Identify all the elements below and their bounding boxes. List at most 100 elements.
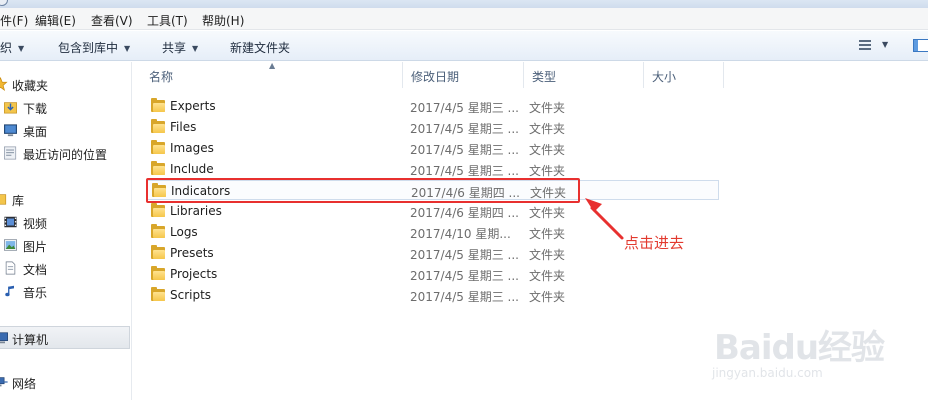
nav-recent-places[interactable]: 最近访问的位置 [0,143,130,163]
nav-network-label: 网络 [12,377,37,391]
library-icon [0,194,7,205]
nav-music[interactable]: 音乐 [0,281,130,301]
download-folder-icon [4,102,17,114]
explorer-window: 件(F) 编辑(E) 查看(V) 工具(T) 帮助(H) 织 ▼ 包含到库中 ▼ 共… [0,0,928,400]
file-name: Files [170,120,197,134]
folder-icon [151,245,165,259]
nav-favorites-label: 收藏夹 [12,79,49,93]
dropdown-arrow-icon: ▼ [192,44,199,53]
file-name: Logs [170,225,198,239]
nav-downloads[interactable]: 下载 [0,97,130,117]
nav-libraries-label: 库 [12,194,25,208]
nav-documents-label: 文档 [23,263,48,277]
new-folder-button[interactable]: 新建文件夹 [230,39,290,56]
pointer-arrow-icon [585,198,624,240]
file-date: 2017/4/5 星期三 ... [410,101,519,115]
nav-documents[interactable]: 文档 [0,258,130,278]
computer-icon [0,332,8,344]
music-icon [5,285,14,297]
menu-edit[interactable]: 编辑(E) [35,12,76,29]
menu-help[interactable]: 帮助(H) [202,12,244,29]
folder-icon [151,287,165,301]
organize-button[interactable]: 织 ▼ [0,39,24,56]
file-row[interactable]: Scripts 2017/4/5 星期三 ... 文件夹 [147,285,719,305]
file-type: 文件夹 [529,206,566,220]
include-in-library-button[interactable]: 包含到库中 ▼ [58,39,130,56]
menu-file[interactable]: 件(F) [0,12,28,29]
file-date: 2017/4/5 星期三 ... [410,143,519,157]
file-type: 文件夹 [529,269,566,283]
file-type: 文件夹 [529,248,566,262]
dropdown-arrow-icon: ▼ [124,44,131,53]
column-name[interactable]: 名称 [141,62,403,88]
file-type: 文件夹 [529,122,566,136]
folder-icon [151,224,165,238]
file-row[interactable]: Files 2017/4/5 星期三 ... 文件夹 [147,117,719,137]
video-icon [4,216,17,228]
folder-icon [151,140,165,154]
file-date: 2017/4/5 星期三 ... [410,269,519,283]
network-icon [0,377,8,387]
menu-view[interactable]: 查看(V) [91,12,133,29]
document-icon [5,261,16,275]
nav-computer-label: 计算机 [12,333,49,347]
include-in-library-label: 包含到库中 [58,41,119,55]
nav-videos[interactable]: 视频 [0,212,130,232]
nav-network[interactable]: 网络 [0,372,130,392]
file-date: 2017/4/6 星期四 ... [410,206,519,220]
change-view-icon[interactable] [858,39,874,52]
nav-recent-places-label: 最近访问的位置 [23,148,108,162]
nav-libraries[interactable]: 库 [0,189,130,209]
window-icon [0,0,8,6]
column-modified-label: 修改日期 [411,70,460,84]
nav-computer[interactable]: 计算机 [0,326,130,349]
column-type-label: 类型 [532,70,557,84]
nav-pictures[interactable]: 图片 [0,235,130,255]
file-name: Projects [170,267,218,281]
nav-desktop[interactable]: 桌面 [0,120,130,140]
file-date: 2017/4/5 星期三 ... [410,164,519,178]
recent-places-icon [4,146,17,160]
nav-music-label: 音乐 [23,286,48,300]
nav-videos-label: 视频 [23,217,48,231]
folder-icon [151,203,165,217]
folder-icon [151,161,165,175]
nav-downloads-label: 下载 [23,102,48,116]
column-size-label: 大小 [652,70,677,84]
folder-icon [151,119,165,133]
file-row[interactable]: Include 2017/4/5 星期三 ... 文件夹 [147,159,719,179]
folder-icon [151,98,165,112]
menu-tools[interactable]: 工具(T) [147,12,188,29]
highlight-box [146,178,580,203]
file-row[interactable]: Images 2017/4/5 星期三 ... 文件夹 [147,138,719,158]
command-bar: 织 ▼ 包含到库中 ▼ 共享 ▼ 新建文件夹 ▼ [0,31,928,61]
watermark-logo: Baidu经验 [714,328,885,368]
file-row[interactable]: Libraries 2017/4/6 星期四 ... 文件夹 [147,201,719,221]
file-row[interactable]: Experts 2017/4/5 星期三 ... 文件夹 [147,96,719,116]
folder-icon [151,266,165,280]
nav-pictures-label: 图片 [23,240,48,254]
share-label: 共享 [162,41,187,55]
column-size[interactable]: 大小 [644,62,724,88]
star-icon [0,77,8,91]
share-button[interactable]: 共享 ▼ [162,39,198,56]
organize-label: 织 [0,41,13,55]
view-options-arrow-icon[interactable]: ▼ [882,40,888,49]
watermark-url: jingyan.baidu.com [712,366,823,380]
file-date: 2017/4/10 星期... [410,227,511,241]
file-row[interactable]: Projects 2017/4/5 星期三 ... 文件夹 [147,264,719,284]
column-type[interactable]: 类型 [524,62,644,88]
title-bar [0,0,928,8]
file-name: Include [170,162,214,176]
file-date: 2017/4/5 星期三 ... [410,290,519,304]
file-type: 文件夹 [529,101,566,115]
column-modified[interactable]: 修改日期 [403,62,524,88]
file-type: 文件夹 [529,143,566,157]
file-name: Libraries [170,204,222,218]
file-name: Scripts [170,288,212,302]
menu-bar: 件(F) 编辑(E) 查看(V) 工具(T) 帮助(H) [0,8,928,30]
file-type: 文件夹 [529,164,566,178]
preview-pane-icon[interactable] [913,39,928,52]
nav-favorites[interactable]: 收藏夹 [0,74,130,94]
file-date: 2017/4/5 星期三 ... [410,248,519,262]
